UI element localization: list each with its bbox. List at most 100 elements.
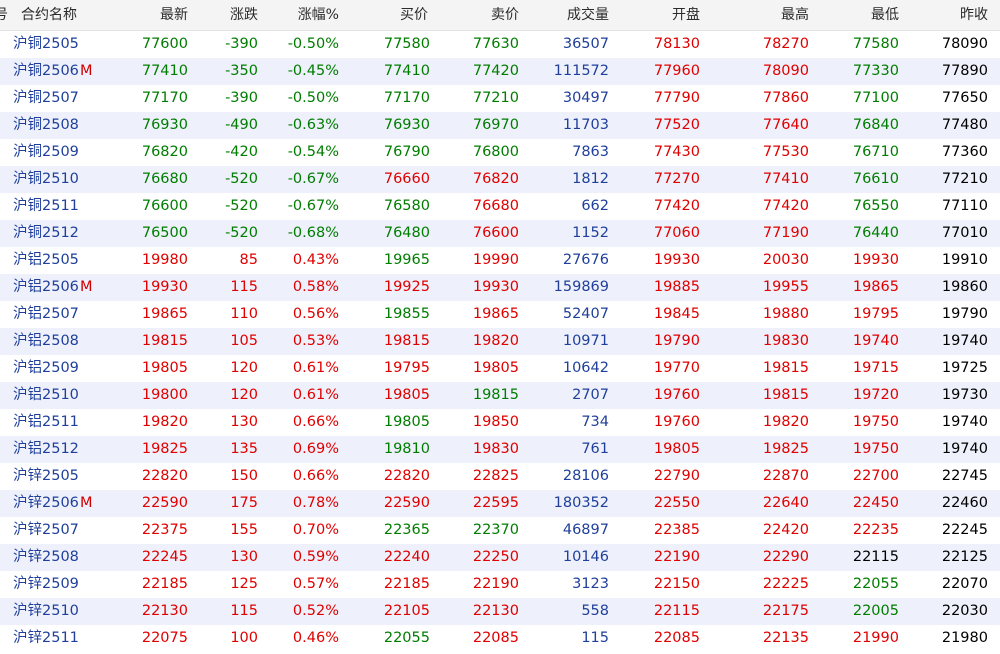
contract-name[interactable]: 沪铜2505 xyxy=(13,31,79,58)
table-row[interactable]: 沪铜2508 76930 -490 -0.63% 76930 76970 11703 7752… xyxy=(0,112,1000,139)
high-cell: 19955 xyxy=(762,279,809,295)
contract-name[interactable]: 沪锌2511 xyxy=(13,625,79,652)
prev-cell: 22745 xyxy=(941,468,988,484)
volume-cell: 28106 xyxy=(562,468,609,484)
last-cell: 22245 xyxy=(141,549,188,565)
last-cell: 22590 xyxy=(141,495,188,511)
contract-name[interactable]: 沪铜2508 xyxy=(13,112,79,139)
header-number[interactable]: 号 xyxy=(0,0,8,30)
prev-cell: 21980 xyxy=(941,630,988,646)
table-row[interactable]: 沪铝2506 M 19930 115 0.58% 19925 19930 159869 1988… xyxy=(0,274,1000,301)
open-cell: 22115 xyxy=(653,603,700,619)
contract-name[interactable]: 沪铜2512 xyxy=(13,220,79,247)
contract-name[interactable]: 沪铝2508 xyxy=(13,328,79,355)
last-cell: 19980 xyxy=(141,252,188,268)
table-row[interactable]: 沪铝2505 19980 85 0.43% 19965 19990 27676 19930 20… xyxy=(0,247,1000,274)
contract-name[interactable]: 沪铝2510 xyxy=(13,382,79,409)
bid-cell: 19925 xyxy=(383,279,430,295)
table-row[interactable]: 沪铜2509 76820 -420 -0.54% 76790 76800 7863 77430… xyxy=(0,139,1000,166)
bid-cell: 76580 xyxy=(383,198,430,214)
contract-name[interactable]: 沪铝2505 xyxy=(13,247,79,274)
last-cell: 19865 xyxy=(141,306,188,322)
contract-name[interactable]: 沪铜2506 xyxy=(13,58,79,85)
prev-cell: 19740 xyxy=(941,333,988,349)
contract-name[interactable]: 沪铜2510 xyxy=(13,166,79,193)
contract-name[interactable]: 沪锌2506 xyxy=(13,490,79,517)
bid-cell: 22820 xyxy=(383,468,430,484)
contract-name[interactable]: 沪铝2512 xyxy=(13,436,79,463)
contract-name[interactable]: 沪铜2511 xyxy=(13,193,79,220)
pct-cell: 0.61% xyxy=(292,360,339,376)
last-cell: 76820 xyxy=(141,144,188,160)
prev-cell: 22125 xyxy=(941,549,988,565)
header-change-pct[interactable]: 涨幅% xyxy=(298,0,339,30)
low-cell: 22700 xyxy=(852,468,899,484)
bid-cell: 22055 xyxy=(383,630,430,646)
contract-name[interactable]: 沪铝2511 xyxy=(13,409,79,436)
open-cell: 22150 xyxy=(653,576,700,592)
table-row[interactable]: 沪铜2511 76600 -520 -0.67% 76580 76680 662 77420 7… xyxy=(0,193,1000,220)
header-low[interactable]: 最低 xyxy=(871,0,899,30)
high-cell: 77190 xyxy=(762,225,809,241)
change-cell: -390 xyxy=(225,90,258,106)
table-row[interactable]: 沪铜2506 M 77410 -350 -0.45% 77410 77420 111572 77… xyxy=(0,58,1000,85)
volume-cell: 3123 xyxy=(572,576,609,592)
contract-name[interactable]: 沪锌2507 xyxy=(13,517,79,544)
table-row[interactable]: 沪锌2508 22245 130 0.59% 22240 22250 10146 22190 2… xyxy=(0,544,1000,571)
header-contract-name[interactable]: 合约名称 xyxy=(21,0,77,30)
volume-cell: 7863 xyxy=(572,144,609,160)
open-cell: 77420 xyxy=(653,198,700,214)
contract-name[interactable]: 沪铝2506 xyxy=(13,274,79,301)
high-cell: 77420 xyxy=(762,198,809,214)
pct-cell: -0.50% xyxy=(287,90,339,106)
pct-cell: 0.70% xyxy=(292,522,339,538)
header-open[interactable]: 开盘 xyxy=(672,0,700,30)
table-row[interactable]: 沪铝2511 19820 130 0.66% 19805 19850 734 19760 198… xyxy=(0,409,1000,436)
contract-name[interactable]: 沪铝2509 xyxy=(13,355,79,382)
table-row[interactable]: 沪锌2511 22075 100 0.46% 22055 22085 115 22085 221… xyxy=(0,625,1000,652)
table-row[interactable]: 沪锌2509 22185 125 0.57% 22185 22190 3123 22150 22… xyxy=(0,571,1000,598)
header-volume[interactable]: 成交量 xyxy=(567,0,609,30)
table-row[interactable]: 沪铜2512 76500 -520 -0.68% 76480 76600 1152 77060… xyxy=(0,220,1000,247)
contract-name[interactable]: 沪锌2508 xyxy=(13,544,79,571)
header-prev-close[interactable]: 昨收 xyxy=(960,0,988,30)
contract-name[interactable]: 沪铜2509 xyxy=(13,139,79,166)
contract-name[interactable]: 沪锌2505 xyxy=(13,463,79,490)
table-row[interactable]: 沪锌2510 22130 115 0.52% 22105 22130 558 22115 221… xyxy=(0,598,1000,625)
table-row[interactable]: 沪铝2508 19815 105 0.53% 19815 19820 10971 19790 1… xyxy=(0,328,1000,355)
high-cell: 78270 xyxy=(762,36,809,52)
bid-cell: 76660 xyxy=(383,171,430,187)
contract-name[interactable]: 沪铝2507 xyxy=(13,301,79,328)
table-row[interactable]: 沪铜2505 77600 -390 -0.50% 77580 77630 36507 7813… xyxy=(0,31,1000,58)
change-cell: -350 xyxy=(225,63,258,79)
low-cell: 22055 xyxy=(852,576,899,592)
contract-name[interactable]: 沪锌2510 xyxy=(13,598,79,625)
table-row[interactable]: 沪铝2507 19865 110 0.56% 19855 19865 52407 19845 1… xyxy=(0,301,1000,328)
contract-name[interactable]: 沪铜2507 xyxy=(13,85,79,112)
high-cell: 77860 xyxy=(762,90,809,106)
header-high[interactable]: 最高 xyxy=(781,0,809,30)
ask-cell: 19820 xyxy=(472,333,519,349)
table-row[interactable]: 沪铜2510 76680 -520 -0.67% 76660 76820 1812 77270… xyxy=(0,166,1000,193)
bid-cell: 22105 xyxy=(383,603,430,619)
open-cell: 19930 xyxy=(653,252,700,268)
prev-cell: 77210 xyxy=(941,171,988,187)
open-cell: 77790 xyxy=(653,90,700,106)
table-row[interactable]: 沪锌2505 22820 150 0.66% 22820 22825 28106 22790 2… xyxy=(0,463,1000,490)
ask-cell: 76820 xyxy=(472,171,519,187)
table-row[interactable]: 沪铝2509 19805 120 0.61% 19795 19805 10642 19770 1… xyxy=(0,355,1000,382)
header-bid[interactable]: 买价 xyxy=(400,0,428,30)
table-row[interactable]: 沪锌2506 M 22590 175 0.78% 22590 22595 180352 2255… xyxy=(0,490,1000,517)
table-row[interactable]: 沪锌2507 22375 155 0.70% 22365 22370 46897 22385 2… xyxy=(0,517,1000,544)
change-cell: 115 xyxy=(230,603,258,619)
header-last[interactable]: 最新 xyxy=(160,0,188,30)
table-row[interactable]: 沪铝2510 19800 120 0.61% 19805 19815 2707 19760 19… xyxy=(0,382,1000,409)
open-cell: 77270 xyxy=(653,171,700,187)
header-ask[interactable]: 卖价 xyxy=(491,0,519,30)
header-change[interactable]: 涨跌 xyxy=(230,0,258,30)
table-row[interactable]: 沪铜2507 77170 -390 -0.50% 77170 77210 30497 7779… xyxy=(0,85,1000,112)
table-row[interactable]: 沪铝2512 19825 135 0.69% 19810 19830 761 19805 198… xyxy=(0,436,1000,463)
low-cell: 22115 xyxy=(852,549,899,565)
last-cell: 77170 xyxy=(141,90,188,106)
contract-name[interactable]: 沪锌2509 xyxy=(13,571,79,598)
